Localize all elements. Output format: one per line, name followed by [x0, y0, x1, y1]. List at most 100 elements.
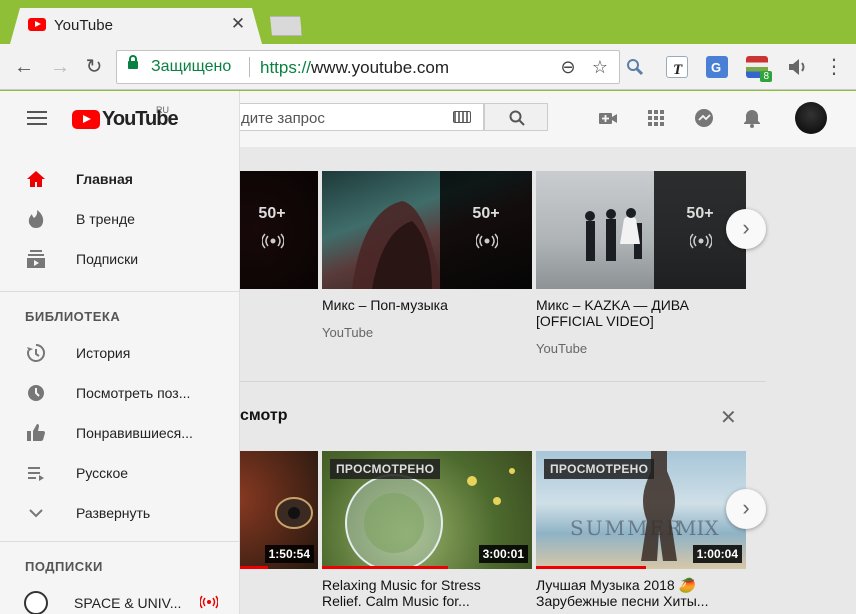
search-placeholder: дите запрос: [241, 110, 325, 127]
mix-radio-icon: [690, 233, 712, 249]
chevron-down-icon: [29, 509, 43, 518]
mix-artwork: [585, 208, 642, 261]
upload-video-icon[interactable]: [597, 107, 619, 129]
mix-thumbnail[interactable]: 50+: [322, 171, 532, 289]
guide-item-home[interactable]: Главная: [0, 159, 240, 199]
address-bar[interactable]: Защищено https://www.youtube.com ⊖ ☆: [116, 50, 620, 84]
new-tab-button[interactable]: [262, 16, 302, 36]
guide-label: Развернуть: [76, 505, 151, 521]
url-host: www.youtube.com: [311, 58, 449, 77]
search-button[interactable]: [484, 103, 548, 131]
guide-separator: [0, 541, 240, 542]
carousel-next-button[interactable]: ›: [726, 489, 766, 529]
guide-label: SPACE & UNIV...: [74, 595, 182, 611]
search-icon: [509, 110, 525, 126]
messages-icon[interactable]: [693, 107, 715, 129]
mix-thumbnail[interactable]: 50+: [536, 171, 746, 289]
watch-progress-bar: [322, 566, 448, 569]
guide-label: Русское: [76, 465, 129, 481]
channel-avatar-icon: [24, 591, 48, 614]
section-title: смотр: [240, 407, 288, 424]
watch-progress-bar: [536, 566, 646, 569]
section-close-icon[interactable]: ✕: [720, 405, 737, 430]
svg-text:MIX: MIX: [676, 516, 719, 540]
guide-label: Подписки: [76, 251, 139, 267]
lock-icon: [128, 55, 138, 69]
live-broadcast-icon: [200, 595, 218, 609]
subscriptions-heading: ПОДПИСКИ: [25, 559, 103, 574]
guide-item-subscriptions[interactable]: Подписки: [0, 239, 240, 279]
home-icon: [27, 171, 45, 187]
browser-toolbar: ← → ↻ Защищено https://www.youtube.com ⊖…: [0, 44, 856, 90]
browser-tab-youtube[interactable]: YouTube ✕: [10, 8, 262, 44]
mix-count: 50+: [472, 205, 500, 222]
mix-overlay: 50+: [440, 171, 532, 289]
svg-text:G: G: [711, 60, 721, 75]
guide-label: История: [76, 345, 131, 361]
video-title[interactable]: Лучшая Музыка 2018 🥭 Зарубежные песни Хи…: [536, 577, 736, 609]
thumbs-up-icon: [27, 424, 45, 441]
magnifier-extension-icon[interactable]: [624, 56, 646, 78]
browser-tabstrip: YouTube ✕: [0, 0, 856, 44]
hamburger-menu-icon[interactable]: [27, 111, 47, 125]
guide-label: Главная: [76, 171, 133, 187]
mix-title[interactable]: Микс – Поп-музыка: [322, 297, 532, 313]
url-scheme: https://: [260, 58, 312, 77]
apps-grid-icon[interactable]: [645, 107, 667, 129]
google-translate-extension-icon[interactable]: G: [706, 56, 728, 78]
youtube-play-icon: [72, 110, 100, 129]
guide-header: YouTube RU: [0, 91, 240, 147]
cards-extension-icon[interactable]: 8: [746, 56, 772, 82]
notifications-bell-icon[interactable]: [741, 107, 763, 129]
video-thumbnail[interactable]: ПРОСМОТРЕНО 3:00:01: [322, 451, 532, 569]
guide-item-playlist[interactable]: Русское: [0, 453, 240, 493]
youtube-page: дите запрос 50+ 50+ Микс – Поп-музыка Yo…: [0, 91, 856, 614]
guide-sidebar: YouTube RU Главная В тренде Подписки БИБ…: [0, 91, 240, 614]
video-title[interactable]: Relaxing Music for Stress Relief. Calm M…: [322, 577, 522, 609]
watched-badge: ПРОСМОТРЕНО: [330, 459, 441, 479]
mix-radio-icon: [262, 233, 284, 249]
bookmark-star-icon[interactable]: ☆: [589, 56, 611, 78]
translate-t-extension-icon[interactable]: T: [666, 56, 688, 78]
video-duration: 3:00:01: [478, 545, 528, 563]
subscriptions-icon: [27, 250, 45, 268]
guide-item-history[interactable]: История: [0, 333, 240, 373]
video-duration: 1:00:04: [692, 545, 742, 563]
section-divider: [240, 381, 766, 382]
mix-channel[interactable]: YouTube: [536, 341, 587, 356]
history-icon: [27, 343, 45, 362]
browser-menu-icon[interactable]: ⋮: [822, 55, 846, 79]
keyboard-icon[interactable]: [453, 111, 471, 123]
account-avatar[interactable]: [795, 102, 827, 134]
clock-icon: [28, 385, 44, 401]
reload-button[interactable]: ↻: [82, 55, 106, 79]
guide-label: Посмотреть поз...: [76, 385, 191, 401]
guide-label: В тренде: [76, 211, 135, 227]
speaker-extension-icon[interactable]: [786, 56, 808, 78]
video-duration: 1:50:54: [264, 545, 314, 563]
extension-badge: 8: [760, 71, 772, 82]
guide-item-liked[interactable]: Понравившиеся...: [0, 413, 240, 453]
mix-radio-icon: [476, 233, 498, 249]
omnibox-separator: [249, 57, 250, 77]
guide-item-subscription-channel[interactable]: SPACE & UNIV...: [0, 583, 240, 614]
zoom-out-icon[interactable]: ⊖: [557, 56, 579, 78]
mix-artwork: [352, 201, 442, 289]
flame-icon: [28, 210, 44, 228]
video-thumbnail[interactable]: SUMMER MIX ПРОСМОТРЕНО 1:00:04: [536, 451, 746, 569]
back-button[interactable]: ←: [12, 55, 36, 79]
tab-title: YouTube: [54, 17, 113, 34]
url-text[interactable]: https://www.youtube.com: [260, 58, 449, 78]
forward-button[interactable]: →: [48, 55, 72, 79]
svg-text:T: T: [673, 62, 683, 78]
guide-item-expand[interactable]: Развернуть: [0, 493, 240, 533]
playlist-icon: [28, 467, 44, 481]
mix-channel[interactable]: YouTube: [322, 325, 373, 340]
secure-label: Защищено: [151, 58, 232, 75]
mix-title[interactable]: Микс – KAZKA — ДИВА [OFFICIAL VIDEO]: [536, 297, 746, 329]
tab-close-icon[interactable]: ✕: [228, 14, 248, 34]
search-input[interactable]: дите запрос: [210, 103, 484, 131]
carousel-next-button[interactable]: ›: [726, 209, 766, 249]
guide-item-trending[interactable]: В тренде: [0, 199, 240, 239]
guide-item-watch-later[interactable]: Посмотреть поз...: [0, 373, 240, 413]
